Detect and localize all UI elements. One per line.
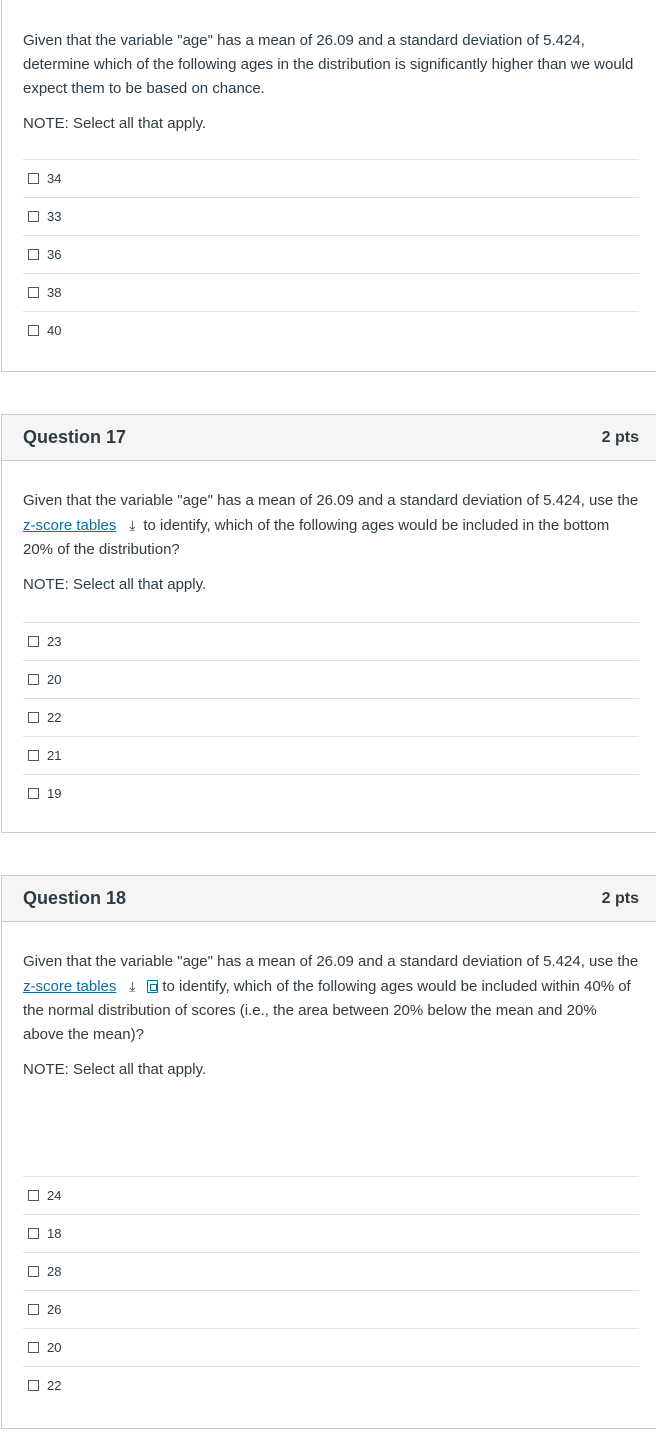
checkbox[interactable]	[28, 1380, 39, 1391]
answer-option[interactable]: 24	[23, 1177, 639, 1215]
answer-label: 26	[47, 1302, 62, 1317]
answer-label: 36	[47, 247, 62, 262]
question-18-text: Given that the variable "age" has a mean…	[2, 922, 656, 1082]
answer-label: 23	[47, 634, 62, 649]
answer-option[interactable]: 18	[23, 1215, 639, 1253]
checkbox[interactable]	[28, 1342, 39, 1353]
answer-option[interactable]: 20	[23, 661, 639, 699]
question-18-prompt: Given that the variable "age" has a mean…	[23, 950, 639, 1047]
download-icon[interactable]: ⤓	[124, 513, 140, 537]
question-18-card: Question 18 2 pts Given that the variabl…	[1, 875, 656, 1429]
answer-label: 22	[47, 710, 62, 725]
answer-label: 22	[47, 1378, 62, 1393]
prompt-text: Given that the variable "age" has a mean…	[23, 492, 639, 509]
answer-option[interactable]: 19	[23, 775, 639, 812]
answer-option[interactable]: 23	[23, 623, 639, 661]
answer-label: 20	[47, 672, 62, 687]
answer-label: 40	[47, 323, 62, 338]
checkbox[interactable]	[28, 636, 39, 647]
download-icon[interactable]: ⤓	[124, 974, 140, 998]
answer-option[interactable]: 40	[23, 312, 639, 349]
prompt-text: Given that the variable "age" has a mean…	[23, 953, 639, 970]
answer-option[interactable]: 36	[23, 236, 639, 274]
question-title: Question 18	[23, 888, 127, 908]
z-score-tables-link[interactable]: z-score tables	[23, 978, 116, 995]
question-16-answers: 34 33 36 38 40	[23, 159, 639, 349]
question-16-card: Given that the variable "age" has a mean…	[1, 0, 656, 372]
question-16-text: Given that the variable "age" has a mean…	[2, 0, 656, 136]
question-17-answers: 23 20 22 21 19	[23, 622, 639, 812]
question-17-header: Question 17 2 pts	[2, 415, 656, 461]
answer-option[interactable]: 33	[23, 198, 639, 236]
checkbox[interactable]	[28, 1228, 39, 1239]
question-points: 2 pts	[601, 889, 639, 907]
document-preview-icon[interactable]	[147, 980, 159, 993]
question-16-prompt: Given that the variable "age" has a mean…	[23, 32, 634, 97]
checkbox[interactable]	[28, 249, 39, 260]
question-17-text: Given that the variable "age" has a mean…	[2, 461, 656, 597]
checkbox[interactable]	[28, 750, 39, 761]
checkbox[interactable]	[28, 173, 39, 184]
question-17-card: Question 17 2 pts Given that the variabl…	[1, 414, 656, 833]
question-18-note: NOTE: Select all that apply.	[23, 1061, 207, 1078]
checkbox[interactable]	[28, 325, 39, 336]
checkbox[interactable]	[28, 712, 39, 723]
answer-label: 18	[47, 1226, 62, 1241]
question-17-prompt: Given that the variable "age" has a mean…	[23, 489, 639, 562]
answer-option[interactable]: 22	[23, 1367, 639, 1404]
checkbox[interactable]	[28, 674, 39, 685]
answer-label: 33	[47, 209, 62, 224]
checkbox[interactable]	[28, 788, 39, 799]
answer-label: 19	[47, 786, 62, 801]
answer-label: 24	[47, 1188, 62, 1203]
checkbox[interactable]	[28, 1304, 39, 1315]
checkbox[interactable]	[28, 1190, 39, 1201]
answer-label: 20	[47, 1340, 62, 1355]
z-score-tables-link[interactable]: z-score tables	[23, 517, 116, 534]
question-18-answers: 24 18 28 26 20 22	[23, 1176, 639, 1404]
checkbox[interactable]	[28, 287, 39, 298]
checkbox[interactable]	[28, 211, 39, 222]
answer-option[interactable]: 38	[23, 274, 639, 312]
answer-option[interactable]: 21	[23, 737, 639, 775]
checkbox[interactable]	[28, 1266, 39, 1277]
answer-option[interactable]: 26	[23, 1291, 639, 1329]
answer-label: 28	[47, 1264, 62, 1279]
answer-option[interactable]: 34	[23, 160, 639, 198]
question-points: 2 pts	[601, 428, 639, 446]
question-18-header: Question 18 2 pts	[2, 876, 656, 922]
answer-option[interactable]: 22	[23, 699, 639, 737]
answer-option[interactable]: 28	[23, 1253, 639, 1291]
answer-label: 34	[47, 171, 62, 186]
question-16-note: NOTE: Select all that apply.	[23, 115, 207, 132]
answer-label: 38	[47, 285, 62, 300]
question-17-note: NOTE: Select all that apply.	[23, 576, 207, 593]
answer-label: 21	[47, 748, 62, 763]
question-title: Question 17	[23, 427, 127, 447]
answer-option[interactable]: 20	[23, 1329, 639, 1367]
